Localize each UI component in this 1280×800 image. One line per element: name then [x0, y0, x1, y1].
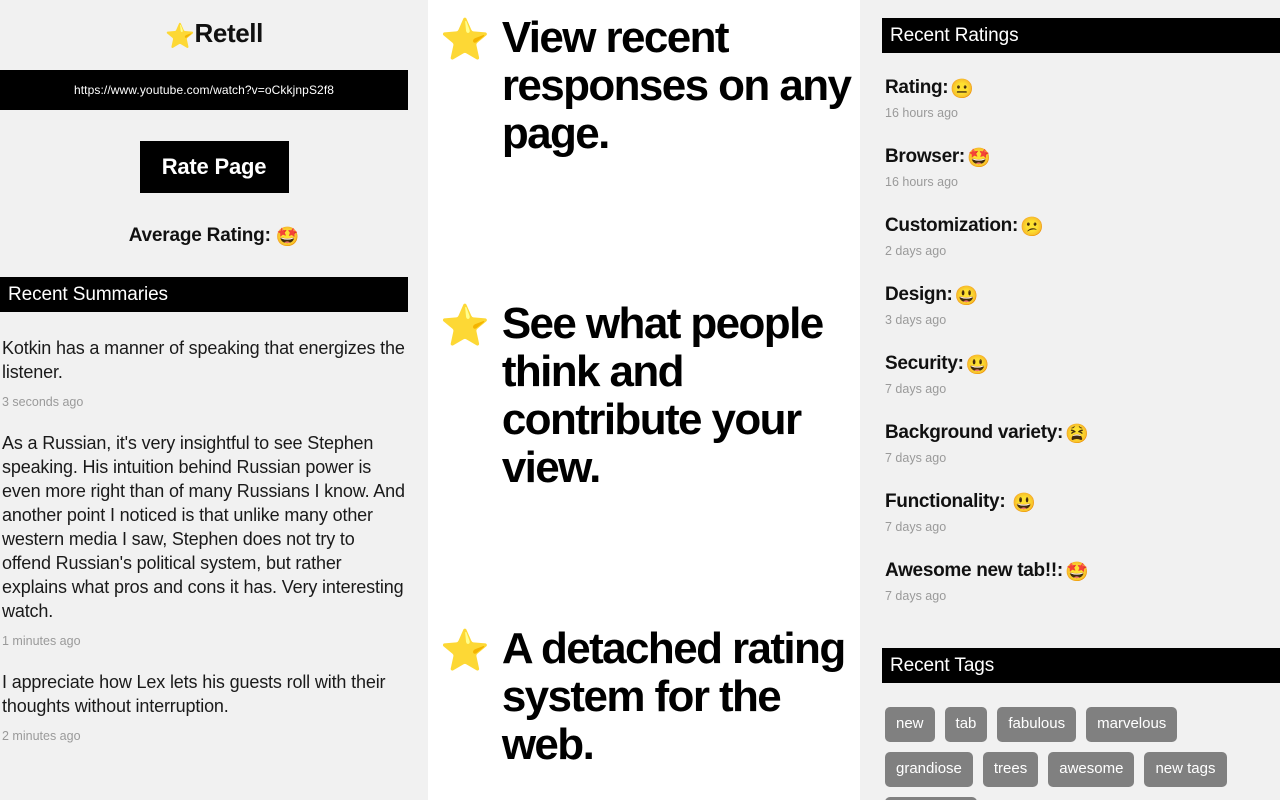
rating-label: Security: — [885, 353, 964, 374]
rating-emoji: 🤩 — [966, 148, 991, 169]
rating-item[interactable]: Browser: 🤩 16 hours ago — [885, 146, 1280, 189]
rating-emoji: 😫 — [1065, 424, 1089, 445]
rating-emoji: 🤩 — [1064, 562, 1089, 583]
tag-chip[interactable]: grandiose — [885, 752, 973, 787]
tag-chip[interactable]: marvelous — [1086, 707, 1178, 742]
rating-timestamp: 3 days ago — [885, 313, 947, 327]
rating-item[interactable]: Awesome new tab!!: 🤩 7 days ago — [885, 560, 1280, 603]
pitch-text: A detached rating system for the web. — [501, 624, 846, 769]
rating-item[interactable]: Functionality: 😃 7 days ago — [885, 491, 1280, 534]
brand-name: Retell — [194, 18, 264, 48]
recent-tags-title: Recent Tags — [890, 654, 995, 676]
rating-label: Design: — [885, 284, 953, 305]
ratings-panel: Recent Ratings Rating: 😐 16 hours ago Bro… — [860, 0, 1280, 800]
summary-text: Kotkin has a manner of speaking that ene… — [2, 338, 405, 382]
recent-summaries-list: Kotkin has a manner of speaking that ene… — [0, 336, 428, 743]
rating-label: Functionality: — [885, 491, 1011, 512]
summary-item[interactable]: As a Russian, it's very insightful to se… — [0, 431, 422, 648]
recent-summaries-title: Recent Summaries — [8, 283, 168, 305]
extension-popup-screenshot: ⭐Retell https://www.youtube.com/watch?v=… — [0, 0, 1280, 800]
tag-chip[interactable]: new — [885, 707, 935, 742]
summary-item[interactable]: I appreciate how Lex lets his guests rol… — [0, 670, 422, 743]
rating-item[interactable]: Background variety: 😫 7 days ago — [885, 422, 1280, 465]
app-brand: ⭐Retell — [0, 0, 428, 50]
summary-timestamp: 3 seconds ago — [2, 395, 84, 409]
rating-label-row: Browser: 🤩 — [885, 146, 1280, 170]
tag-chip[interactable]: tab — [944, 707, 988, 742]
rate-page-button[interactable]: Rate Page — [139, 141, 289, 193]
rating-label: Awesome new tab!!: — [885, 560, 1063, 581]
rating-label: Customization: — [885, 215, 1019, 236]
pitch-item: ⭐ A detached rating system for the web. — [440, 625, 856, 769]
recent-tags-header-wrap: Recent Tags — [860, 648, 1280, 683]
recent-tags-header: Recent Tags — [882, 648, 1280, 683]
rating-emoji: 😐 — [950, 79, 974, 100]
marketing-pitch-panel: ⭐ View recent responses on any page. ⭐ S… — [428, 0, 860, 800]
summary-text: I appreciate how Lex lets his guests rol… — [2, 672, 386, 716]
star-icon: ⭐ — [165, 23, 195, 50]
average-rating-label: Average Rating: — [128, 225, 271, 246]
current-url-display[interactable]: https://www.youtube.com/watch?v=oCkkjnpS… — [0, 70, 408, 110]
rating-label-row: Awesome new tab!!: 🤩 — [885, 560, 1280, 584]
pitch-item: ⭐ See what people think and contribute y… — [440, 300, 856, 492]
rating-timestamp: 16 hours ago — [885, 106, 958, 120]
star-icon: ⭐ — [440, 304, 490, 348]
rating-label-row: Functionality: 😃 — [885, 491, 1280, 515]
rating-label: Browser: — [885, 146, 965, 167]
rating-item[interactable]: Design: 😃 3 days ago — [885, 284, 1280, 327]
rating-label: Rating: — [885, 77, 949, 98]
pitch-text: See what people think and contribute you… — [501, 299, 824, 492]
rating-item[interactable]: Security: 😃 7 days ago — [885, 353, 1280, 396]
rating-emoji: 😕 — [1020, 217, 1044, 238]
rating-item[interactable]: Rating: 😐 16 hours ago — [885, 77, 1280, 120]
summary-item[interactable]: Kotkin has a manner of speaking that ene… — [0, 336, 422, 409]
recent-ratings-header: Recent Ratings — [882, 18, 1280, 53]
rating-emoji: 😃 — [965, 355, 990, 376]
recent-tags-list: new tab fabulous marvelous grandiose tre… — [860, 707, 1280, 800]
rating-timestamp: 7 days ago — [885, 589, 947, 603]
average-rating: Average Rating: 🤩 — [0, 225, 428, 249]
star-icon: ⭐ — [440, 629, 490, 673]
tag-chip[interactable]: awesome — [1048, 752, 1135, 787]
rating-label-row: Background variety: 😫 — [885, 422, 1280, 446]
rating-label-row: Rating: 😐 — [885, 77, 1280, 101]
tag-chip[interactable]: fabulous — [997, 707, 1077, 742]
rating-timestamp: 16 hours ago — [885, 175, 958, 189]
rating-label-row: Design: 😃 — [885, 284, 1280, 308]
summary-timestamp: 2 minutes ago — [2, 729, 81, 743]
tag-chip[interactable]: trees — [982, 752, 1039, 787]
recent-ratings-list: Rating: 😐 16 hours ago Browser: 🤩 16 hours… — [860, 77, 1280, 603]
summary-text: As a Russian, it's very insightful to se… — [2, 433, 405, 621]
average-rating-emoji: 🤩 — [275, 227, 300, 248]
rate-page-area: Rate Page — [0, 141, 428, 193]
pitch-item: ⭐ View recent responses on any page. — [440, 14, 856, 158]
rating-label-row: Security: 😃 — [885, 353, 1280, 377]
rating-label-row: Customization: 😕 — [885, 215, 1280, 239]
url-text: https://www.youtube.com/watch?v=oCkkjnpS… — [73, 83, 335, 97]
recent-ratings-title: Recent Ratings — [890, 24, 1019, 46]
star-icon: ⭐ — [440, 18, 490, 62]
rating-timestamp: 2 days ago — [885, 244, 947, 258]
rating-emoji: 😃 — [1012, 493, 1036, 514]
rating-emoji: 😃 — [954, 286, 979, 307]
rating-timestamp: 7 days ago — [885, 451, 947, 465]
rating-timestamp: 7 days ago — [885, 382, 947, 396]
rating-label: Background variety: — [885, 422, 1064, 443]
tag-chip[interactable]: new tags — [1144, 752, 1227, 787]
recent-summaries-header: Recent Summaries — [0, 277, 408, 312]
rating-item[interactable]: Customization: 😕 2 days ago — [885, 215, 1280, 258]
pitch-text: View recent responses on any page. — [501, 13, 852, 158]
extension-popup-panel: ⭐Retell https://www.youtube.com/watch?v=… — [0, 0, 428, 800]
summary-timestamp: 1 minutes ago — [2, 634, 81, 648]
rating-timestamp: 7 days ago — [885, 520, 947, 534]
